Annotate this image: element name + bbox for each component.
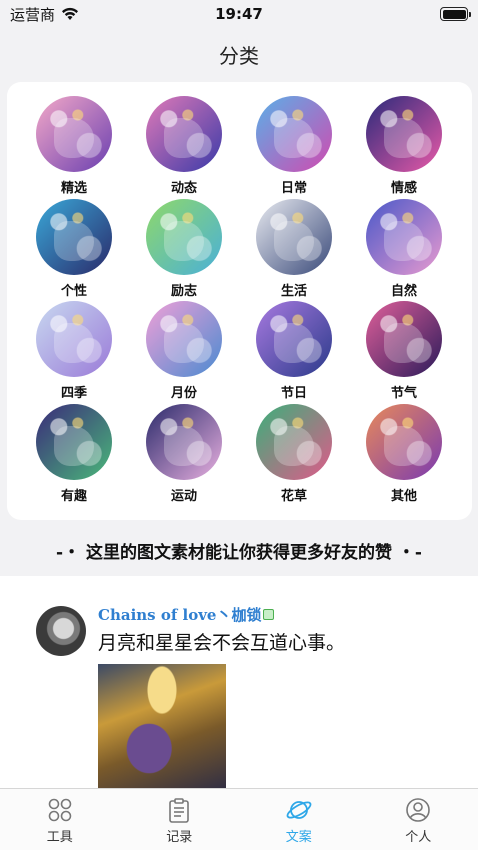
category-item[interactable]: 花草 [239, 403, 349, 507]
category-thumbnail [256, 403, 332, 480]
tab-profile[interactable]: 个人 [359, 789, 478, 850]
category-thumbnail [366, 301, 442, 377]
category-label: 情感 [390, 181, 417, 196]
category-item[interactable]: 有趣 [19, 403, 129, 507]
category-item[interactable]: 节气 [349, 301, 459, 404]
category-label: 节日 [280, 386, 307, 401]
category-thumbnail [146, 301, 222, 377]
category-label: 动态 [170, 181, 197, 196]
user-icon [406, 798, 431, 822]
category-item[interactable]: 个性 [19, 198, 129, 302]
clipboard-icon [169, 798, 190, 823]
category-item[interactable]: 其他 [349, 403, 459, 507]
vip-badge-icon [263, 609, 275, 620]
category-label: 精选 [60, 181, 87, 196]
category-item[interactable]: 月份 [129, 301, 239, 404]
tab-tools[interactable]: 工具 [0, 789, 120, 850]
category-item[interactable]: 情感 [349, 96, 459, 199]
status-bar: 运营商 19:47 [0, 0, 478, 28]
category-thumbnail [256, 96, 332, 172]
category-label: 节气 [390, 386, 417, 401]
post-author[interactable]: Chains of love丶枷锁 [98, 604, 275, 625]
category-label: 花草 [280, 488, 307, 504]
avatar[interactable] [36, 606, 86, 656]
category-thumbnail [256, 301, 332, 377]
category-label: 有趣 [60, 488, 87, 504]
planet-icon [286, 801, 312, 819]
tab-label: 工具 [46, 830, 73, 845]
category-label: 生活 [280, 283, 307, 299]
category-item[interactable]: 励志 [129, 198, 239, 302]
category-thumbnail [366, 96, 442, 172]
category-item[interactable]: 运动 [129, 403, 239, 507]
post-author-name: Chains of love丶枷锁 [98, 606, 262, 624]
tab-label: 个人 [405, 830, 432, 845]
category-item[interactable]: 动态 [129, 96, 239, 199]
category-thumbnail [36, 96, 112, 172]
category-item[interactable]: 生活 [239, 198, 349, 302]
wifi-icon [62, 7, 79, 20]
category-label: 自然 [390, 283, 417, 299]
tab-label: 记录 [166, 830, 193, 845]
category-label: 月份 [170, 386, 197, 401]
category-label: 其他 [390, 488, 417, 504]
post-image[interactable] [98, 664, 226, 788]
tab-copywriting[interactable]: 文案 [239, 789, 359, 850]
battery-icon [440, 7, 471, 21]
page-title: 分类 [219, 44, 259, 68]
category-thumbnail [256, 198, 332, 275]
category-grid: 精选 动态 日常 情感个性 励志 生活 自然四季 月份 节日 节气有趣 运动 花草 其他 [19, 96, 459, 506]
category-label: 励志 [170, 283, 197, 299]
category-thumbnail [366, 198, 442, 275]
category-label: 运动 [170, 488, 197, 504]
category-thumbnail [146, 96, 222, 172]
category-item[interactable]: 自然 [349, 198, 459, 302]
category-thumbnail [36, 403, 112, 480]
slogan-text: -・ 这里的图文素材能让你获得更多好友的赞 ・- [56, 543, 422, 563]
category-thumbnail [366, 403, 442, 480]
category-item[interactable]: 节日 [239, 301, 349, 404]
feed-list: Chains of love丶枷锁 月亮和星星会不会互道心事。 [0, 576, 478, 788]
category-label: 日常 [280, 181, 307, 196]
category-thumbnail [36, 198, 112, 275]
category-thumbnail [146, 198, 222, 275]
post-text: 月亮和星星会不会互道心事。 [98, 632, 346, 654]
category-item[interactable]: 四季 [19, 301, 129, 404]
tab-records[interactable]: 记录 [120, 789, 240, 850]
grid-icon [48, 798, 72, 822]
category-thumbnail [146, 403, 222, 480]
category-card: 精选 动态 日常 情感个性 励志 生活 自然四季 月份 节日 节气有趣 运动 花草 其他 [7, 82, 472, 520]
status-left: 运营商 [10, 4, 79, 25]
tab-label: 文案 [285, 830, 312, 845]
tab-bar: 工具 记录 文案 个人 [0, 788, 478, 850]
category-label: 四季 [60, 386, 87, 401]
category-thumbnail [36, 301, 112, 377]
carrier-label: 运营商 [10, 5, 56, 24]
category-label: 个性 [60, 283, 87, 299]
category-item[interactable]: 日常 [239, 96, 349, 199]
category-item[interactable]: 精选 [19, 96, 129, 199]
